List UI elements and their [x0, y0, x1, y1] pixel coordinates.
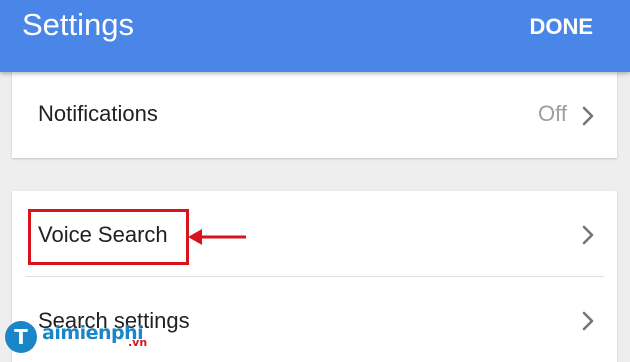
done-button[interactable]: DONE [529, 14, 593, 40]
chevron-right-icon [582, 225, 594, 245]
highlight-box [28, 209, 189, 265]
svg-text:T: T [14, 325, 28, 349]
watermark: T aimienphi .vn [4, 318, 184, 358]
app-bar: Settings DONE [0, 0, 630, 72]
chevron-right-icon [582, 106, 594, 126]
left-arrow-icon [188, 229, 246, 245]
notifications-row[interactable]: Notifications Off [12, 70, 617, 158]
watermark-logo: T [5, 321, 37, 353]
notifications-value: Off [538, 101, 567, 126]
page-title: Settings [22, 7, 135, 42]
notifications-card: Notifications Off [12, 70, 617, 158]
watermark-suffix: .vn [128, 336, 148, 349]
notifications-label: Notifications [38, 101, 158, 126]
chevron-right-icon [582, 311, 594, 331]
